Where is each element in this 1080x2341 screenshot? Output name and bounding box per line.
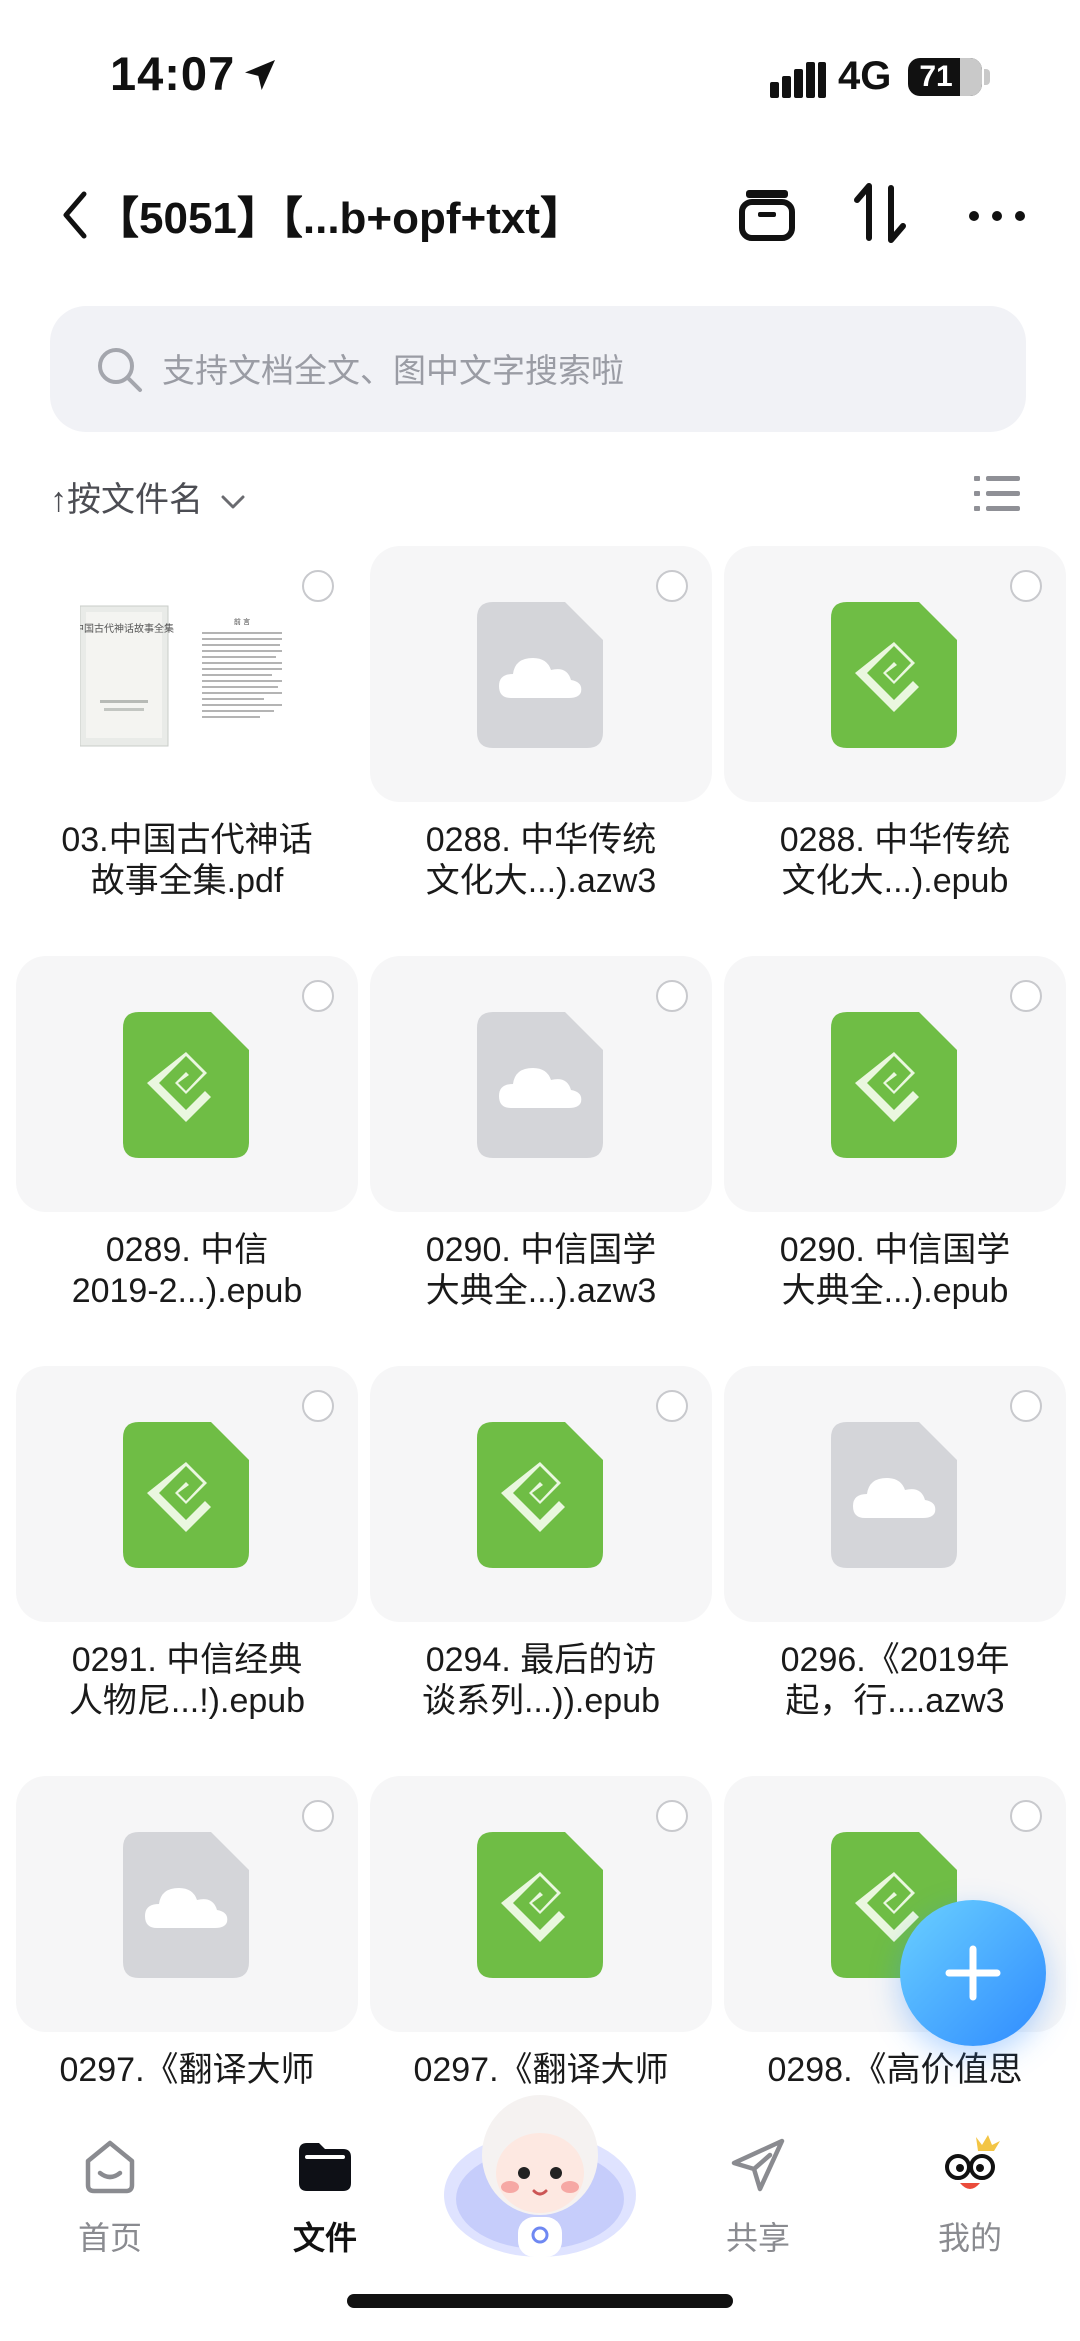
folder-icon [299,2143,351,2191]
chevron-down-icon [221,495,245,509]
tab-me[interactable]: 我的 [900,2133,1040,2273]
file-grid: 中国古代神话故事全集 前 言 03.中国古代神话 故事全集.pdf 0288. … [16,546,1066,2101]
select-checkbox[interactable] [1010,570,1042,602]
location-arrow-icon [245,60,275,90]
select-checkbox[interactable] [302,1390,334,1422]
plus-icon [945,1945,1001,2001]
pdf-thumbnail: 中国古代神话故事全集 前 言 [80,605,288,747]
assistant-mascot-icon[interactable] [440,2077,640,2277]
cellular-signal-icon [770,62,826,98]
tab-share[interactable]: 共享 [688,2133,828,2273]
epub-file-icon [831,602,957,748]
select-checkbox[interactable] [656,1390,688,1422]
select-checkbox[interactable] [302,980,334,1012]
tab-files[interactable]: 文件 [255,2133,395,2273]
select-checkbox[interactable] [1010,980,1042,1012]
epub-file-icon [123,1012,249,1158]
cloud-file-icon [831,1422,957,1568]
epub-file-icon [123,1422,249,1568]
file-name: 0294. 最后的访 谈系列...)).epub [421,1641,661,1720]
epub-file-icon [477,1422,603,1568]
sort-selector[interactable]: ↑按文件名 [50,472,248,521]
select-checkbox[interactable] [302,1800,334,1832]
file-name: 0290. 中信国学 大典全...).azw3 [425,1231,657,1310]
sort-arrows-icon[interactable] [845,178,915,248]
profile-icon [945,2135,1000,2189]
file-card[interactable] [724,1366,1066,1622]
file-card[interactable] [370,546,712,802]
select-checkbox[interactable] [1010,1800,1042,1832]
file-name: 0298.《高价值思 [767,2051,1023,2089]
pdf-page-heading: 前 言 [234,617,250,626]
file-name: 0290. 中信国学 大典全...).epub [779,1231,1011,1310]
file-name: 0288. 中华传统 文化大...).azw3 [425,821,657,900]
search-input[interactable]: 支持文档全文、图中文字搜索啦 [50,306,1026,432]
send-icon [731,2138,785,2192]
tab-label: 首页 [77,2220,142,2256]
file-card[interactable] [16,1366,358,1622]
file-card[interactable] [16,956,358,1212]
file-name: 0288. 中华传统 文化大...).epub [779,821,1011,900]
cloud-file-icon [477,1012,603,1158]
file-name: 0297.《翻译大师 [59,2051,315,2089]
battery-icon: 71 [908,58,982,96]
file-name: 0289. 中信 2019-2...).epub [71,1231,303,1310]
sort-bar: ↑按文件名 [0,470,1080,520]
home-icon [85,2140,135,2194]
search-icon [98,348,142,392]
status-bar: 14:07 4G 71 [0,0,1080,150]
sort-label: ↑按文件名 [50,481,203,519]
file-card[interactable] [370,1366,712,1622]
list-view-icon[interactable] [974,474,1020,514]
file-card[interactable] [724,546,1066,802]
archive-box-icon[interactable] [732,178,802,248]
file-card[interactable] [370,1776,712,2032]
cloud-file-icon [477,602,603,748]
search-placeholder: 支持文档全文、图中文字搜索啦 [162,352,624,389]
battery-tip [984,69,990,85]
add-button[interactable] [900,1900,1046,2046]
battery-percent: 71 [919,60,953,93]
nav-header: 【5051】【...b+opf+txt】 [0,160,1080,270]
select-checkbox[interactable] [302,570,334,602]
pdf-cover-title: 中国古代神话故事全集 [80,622,174,635]
tab-home[interactable]: 首页 [40,2133,180,2273]
select-checkbox[interactable] [656,570,688,602]
tab-label: 我的 [937,2220,1002,2256]
status-time: 14:07 [110,47,236,100]
home-indicator [347,2294,733,2308]
file-card[interactable] [16,1776,358,2032]
file-name: 03.中国古代神话 故事全集.pdf [61,821,313,900]
more-options-icon[interactable] [962,178,1032,248]
file-card[interactable] [370,956,712,1212]
tab-label: 文件 [292,2220,357,2256]
cloud-file-icon [123,1832,249,1978]
tab-label: 共享 [725,2220,790,2256]
file-name: 0296.《2019年 起，行....azw3 [780,1641,1010,1720]
file-name: 0291. 中信经典 人物尼...!).epub [68,1641,306,1720]
file-card[interactable]: 中国古代神话故事全集 前 言 [16,546,358,802]
page-title: 【5051】【...b+opf+txt】 [95,194,585,243]
select-checkbox[interactable] [656,980,688,1012]
epub-file-icon [477,1832,603,1978]
select-checkbox[interactable] [656,1800,688,1832]
select-checkbox[interactable] [1010,1390,1042,1422]
epub-file-icon [831,1012,957,1158]
file-card[interactable] [724,956,1066,1212]
network-type: 4G [838,54,892,98]
